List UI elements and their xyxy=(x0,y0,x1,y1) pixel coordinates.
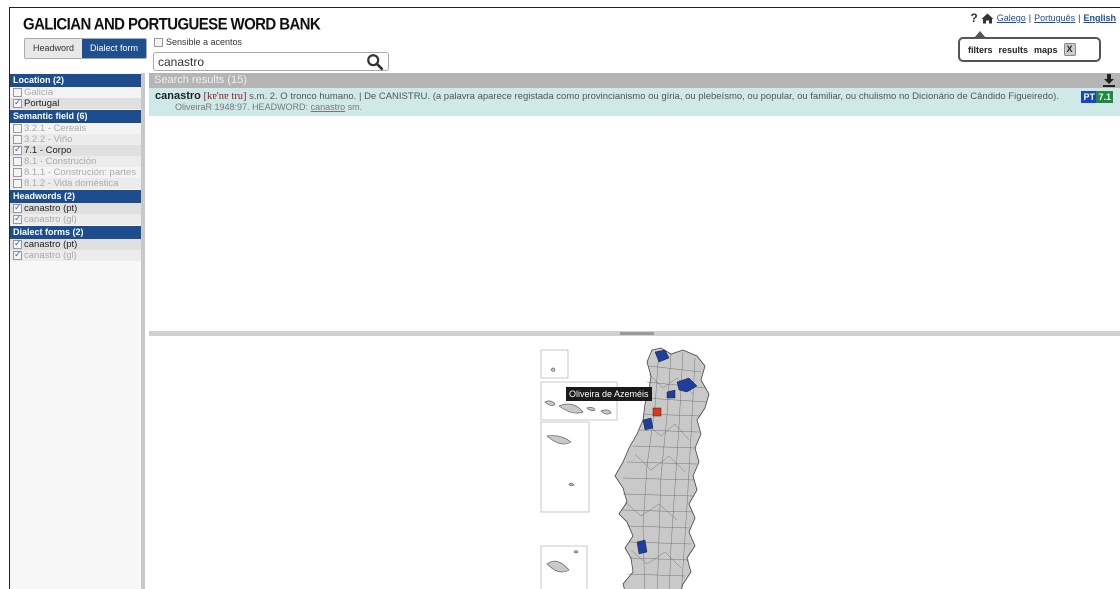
filter-item-label: 3.2.2 - Viño xyxy=(24,134,73,145)
dialect-form-mode-button[interactable]: Dialect form xyxy=(82,39,147,58)
filter-item-label: canastro (gl) xyxy=(24,250,77,261)
maps-toggle[interactable]: maps xyxy=(1034,45,1058,55)
filter-checkbox[interactable] xyxy=(13,98,22,108)
filters-toggle[interactable]: filters xyxy=(968,45,993,55)
filter-section-title[interactable]: Headwords (2) xyxy=(10,190,141,203)
lang-portugues-link[interactable]: Português xyxy=(1034,13,1075,23)
close-panel-button[interactable]: X xyxy=(1063,43,1076,56)
portugal-map[interactable] xyxy=(149,336,1120,589)
filter-item[interactable]: Galicia xyxy=(10,87,141,98)
filter-item[interactable]: canastro (gl) xyxy=(10,214,141,225)
municipality-active[interactable] xyxy=(652,407,662,417)
filter-item[interactable]: canastro (pt) xyxy=(10,239,141,250)
filter-item[interactable]: 3.2.1 - Cereais xyxy=(10,123,141,134)
accent-sensitive-option[interactable]: Sensible a acentos xyxy=(154,37,242,47)
filter-checkbox[interactable] xyxy=(13,145,22,155)
page-title: GALICIAN AND PORTUGUESE WORD BANK xyxy=(23,15,321,34)
filter-checkbox[interactable] xyxy=(13,135,22,144)
home-icon[interactable] xyxy=(981,13,994,24)
filter-checkbox[interactable] xyxy=(13,250,22,260)
filter-checkbox[interactable] xyxy=(13,88,22,97)
search-icon[interactable] xyxy=(366,53,384,71)
result-ipa: [kɐ'nɐ tru] xyxy=(203,91,247,102)
filter-item-label: canastro (gl) xyxy=(24,214,77,225)
filter-section-title[interactable]: Dialect forms (2) xyxy=(10,226,141,239)
filter-checkbox[interactable] xyxy=(13,179,22,188)
filter-item[interactable]: canastro (gl) xyxy=(10,250,141,261)
top-links: ? Galego | Português | English xyxy=(970,11,1116,25)
results-count: Search results (15) xyxy=(154,74,247,86)
search-box[interactable] xyxy=(153,52,389,71)
filter-item-label: 8.1.1 - Construción: partes xyxy=(24,167,136,178)
map-tooltip: Oliveira de Azeméis xyxy=(566,387,652,401)
accent-checkbox[interactable] xyxy=(154,37,163,47)
filter-item-label: 8.1.2 - Vida doméstica xyxy=(24,178,119,189)
accent-label: Sensible a acentos xyxy=(166,37,243,47)
panel-toggles: filters results maps X xyxy=(958,37,1101,62)
filter-item-label: canastro (pt) xyxy=(24,239,78,250)
results-toggle[interactable]: results xyxy=(999,45,1029,55)
search-input[interactable] xyxy=(154,53,366,70)
result-pos: sm. xyxy=(347,102,363,112)
filter-item-label: Portugal xyxy=(24,98,60,109)
island xyxy=(573,550,579,554)
island xyxy=(550,367,556,372)
result-source: OliveiraR 1948:97. xyxy=(175,102,250,112)
filter-item-label: Galicia xyxy=(24,87,54,98)
headword-link[interactable]: canastro xyxy=(311,102,346,112)
filter-section-title[interactable]: Location (2) xyxy=(10,74,141,87)
lang-galego-link[interactable]: Galego xyxy=(997,13,1026,23)
filter-item[interactable]: Portugal xyxy=(10,98,141,109)
inset-box xyxy=(540,349,569,379)
filter-item-label: 7.1 - Corpo xyxy=(24,145,72,156)
filter-item[interactable]: canastro (pt) xyxy=(10,203,141,214)
help-icon[interactable]: ? xyxy=(970,11,977,25)
inset-boxes xyxy=(540,349,618,589)
result-row[interactable]: canastro [kɐ'nɐ tru] s.m. 2. O tronco hu… xyxy=(149,88,1120,116)
results-panel: Search results (15) canastro [kɐ'nɐ tru]… xyxy=(149,73,1120,116)
result-definition: s.m. 2. O tronco humano. | De CANISTRU. … xyxy=(249,91,1059,102)
filter-item-label: 8.1 - Construción xyxy=(24,156,97,167)
app-frame: GALICIAN AND PORTUGUESE WORD BANK Headwo… xyxy=(9,7,1120,589)
filter-section-title[interactable]: Semantic field (6) xyxy=(10,110,141,123)
municipality-highlight[interactable] xyxy=(636,539,648,555)
filter-item[interactable]: 7.1 - Corpo xyxy=(10,145,141,156)
filter-checkbox[interactable] xyxy=(13,214,22,224)
lang-english-link[interactable]: English xyxy=(1083,13,1116,23)
language-tag[interactable]: PT xyxy=(1081,91,1097,103)
splitter-grip[interactable] xyxy=(620,332,654,335)
filter-item[interactable]: 8.1.1 - Construción: partes xyxy=(10,167,141,178)
filter-checkbox[interactable] xyxy=(13,203,22,213)
results-header: Search results (15) xyxy=(149,73,1120,88)
download-icon[interactable] xyxy=(1103,74,1115,87)
filter-item-label: canastro (pt) xyxy=(24,203,78,214)
filter-item-label: 3.2.1 - Cereais xyxy=(24,123,87,134)
filter-checkbox[interactable] xyxy=(13,239,22,249)
filter-item[interactable]: 3.2.2 - Viño xyxy=(10,134,141,145)
filter-checkbox[interactable] xyxy=(13,168,22,177)
filter-checkbox[interactable] xyxy=(13,157,22,166)
filters-sidebar: Location (2)GaliciaPortugalSemantic fiel… xyxy=(10,73,145,589)
filter-item[interactable]: 8.1 - Construción xyxy=(10,156,141,167)
municipality-highlight[interactable] xyxy=(642,417,654,431)
result-headword[interactable]: canastro xyxy=(155,90,201,102)
filter-checkbox[interactable] xyxy=(13,124,22,133)
search-mode-toggle[interactable]: Headword Dialect form xyxy=(24,38,148,59)
headword-mode-button[interactable]: Headword xyxy=(25,39,83,58)
semantic-field-tag[interactable]: 7.1 xyxy=(1096,91,1113,103)
filter-item[interactable]: 8.1.2 - Vida doméstica xyxy=(10,178,141,189)
headword-label: HEADWORD: xyxy=(252,102,309,112)
